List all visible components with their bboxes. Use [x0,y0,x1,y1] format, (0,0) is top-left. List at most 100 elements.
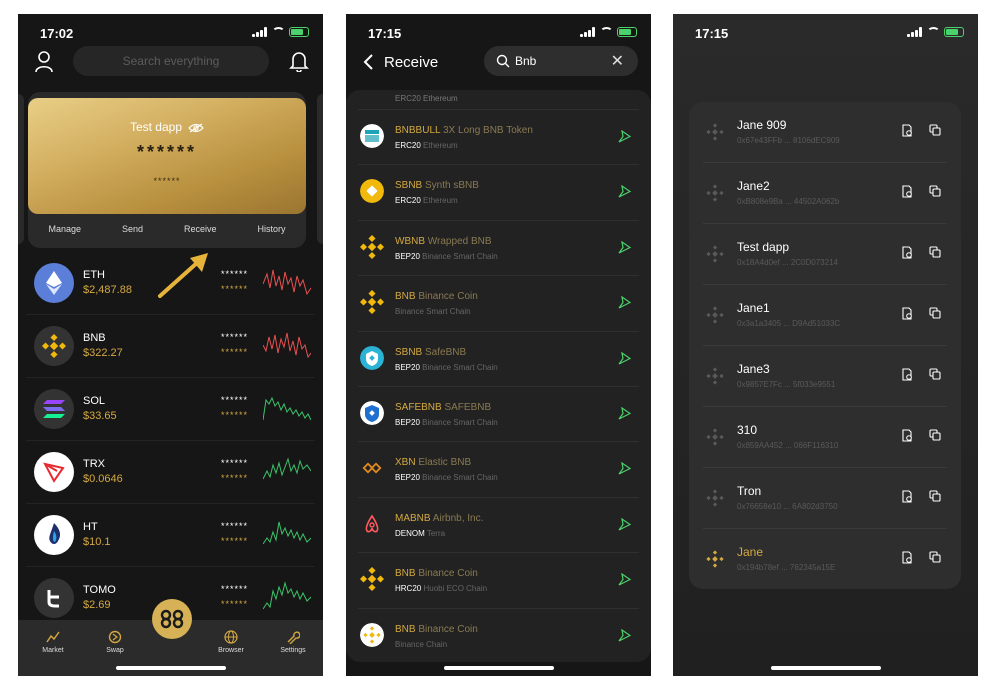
card-wallet-name: Test dapp [28,120,306,134]
sol-icon [34,389,74,429]
token-search-input[interactable]: Bnb ✕ [484,46,638,76]
copy-icon[interactable] [929,307,941,319]
send-arrow-icon[interactable] [618,628,631,642]
bnbbull-icon [360,124,384,148]
token-name: Airbnb, Inc. [432,512,484,524]
app-logo-button[interactable] [152,599,192,639]
share-icon[interactable] [901,185,913,198]
eye-off-icon[interactable] [188,123,204,133]
globe-icon [224,630,238,644]
history-button[interactable]: History [257,224,285,234]
token-row[interactable]: BNB Binance Coin HRC20 Huobi ECO Chain [358,553,639,609]
account-row[interactable]: Jane 909 0x67e43FFb ... 8106dEC909 [703,102,947,163]
send-arrow-icon[interactable] [618,517,631,531]
send-arrow-icon[interactable] [618,573,631,586]
sparkline-chart [263,457,311,480]
send-arrow-icon[interactable] [618,406,631,420]
account-address: 0x9857E7Fc ... 5f033e9551 [737,380,836,389]
nav-market[interactable]: Market [28,630,78,654]
nav-swap-label: Swap [106,647,124,654]
asset-row-sol[interactable]: SOL $33.65 ****** ****** [26,378,315,441]
token-row[interactable]: SBNB SafeBNB BEP20 Binance Smart Chain [358,332,639,387]
token-title: BNBBULL 3X Long BNB Token [395,125,533,136]
asset-row-bnb[interactable]: BNB $322.27 ****** ****** [26,315,315,378]
copy-icon[interactable] [929,551,941,563]
token-row[interactable]: BNB Binance Coin Binance Smart Chain [358,276,639,332]
token-row[interactable]: BNBBULL 3X Long BNB Token ERC20 Ethereum [358,110,639,166]
status-bar: 17:02 [18,14,323,48]
token-network: ERC20 Ethereum [395,141,458,150]
token-standard: BEP20 [395,362,420,372]
gold-card[interactable]: Test dapp ****** ****** [28,98,306,214]
list-item-partial[interactable]: ERC20 Ethereum [358,90,639,110]
token-row[interactable]: MABNB Airbnb, Inc. DENOM Terra [358,498,639,554]
asset-symbol: BNB [83,332,106,344]
search-icon [496,54,510,68]
asset-row-trx[interactable]: TRX $0.0646 ****** ****** [26,441,315,504]
clear-icon[interactable]: ✕ [611,51,624,71]
nav-swap[interactable]: Swap [90,630,140,654]
token-network: Binance Chain [395,640,447,649]
bell-icon[interactable] [289,50,309,72]
share-icon[interactable] [901,490,913,503]
account-row[interactable]: Jane2 0xB808e9Ba ... 44502A062b [703,163,947,224]
account-row[interactable]: Tron 0x76658e10 ... 6A802d3750 [703,468,947,529]
copy-icon[interactable] [929,490,941,502]
account-row[interactable]: Jane1 0x3a1a3405 ... D9Ad51033C [703,285,947,346]
bnb-icon [360,290,384,315]
token-name: 3X Long BNB Token [443,125,533,136]
account-row[interactable]: Test dapp 0x18A4d0ef ... 2C0D073214 [703,224,947,285]
sparkline-chart [263,396,311,421]
token-title: BNB Binance Coin [395,291,478,302]
asset-value-masked: ****** [221,536,249,546]
manage-button[interactable]: Manage [48,224,81,234]
next-card-peek[interactable] [317,94,323,244]
share-icon[interactable] [901,246,913,259]
copy-icon[interactable] [929,368,941,380]
account-row[interactable]: 310 0x859AA452 ... 066F116310 [703,407,947,468]
share-icon[interactable] [901,124,913,137]
send-arrow-icon[interactable] [618,462,631,475]
token-row[interactable]: BNB Binance Coin Binance Chain [358,609,639,662]
back-icon[interactable] [362,54,374,70]
account-row[interactable]: Jane 0x194b78ef ... 762345a15E [703,529,947,590]
send-arrow-icon[interactable] [618,351,631,365]
bnb-icon [706,123,724,141]
asset-row-eth[interactable]: ETH $2,487.88 ****** ****** [26,252,315,315]
nav-browser[interactable]: Browser [206,630,256,654]
safebnb-icon [360,345,384,370]
share-icon[interactable] [901,368,913,381]
token-chain: Binance Smart Chain [422,362,498,372]
send-arrow-icon[interactable] [618,240,631,254]
token-row[interactable]: SAFEBNB SAFEBNB BEP20 Binance Smart Chain [358,387,639,443]
account-name: Jane 909 [737,118,787,132]
token-row[interactable]: WBNB Wrapped BNB BEP20 Binance Smart Chai… [358,221,639,277]
send-arrow-icon[interactable] [618,296,631,309]
token-row[interactable]: XBN Elastic BNB BEP20 Binance Smart Chain [358,442,639,498]
user-icon[interactable] [34,50,54,74]
share-icon[interactable] [901,551,913,564]
share-icon[interactable] [901,307,913,320]
token-standard: HRC20 [395,584,422,594]
copy-icon[interactable] [929,429,941,441]
share-icon[interactable] [901,429,913,442]
token-chain: Binance Chain [395,639,448,649]
prev-card-peek[interactable] [18,94,24,244]
copy-icon[interactable] [929,246,941,258]
account-address: 0x859AA452 ... 066F116310 [737,441,839,450]
nav-settings[interactable]: Settings [268,630,318,654]
token-symbol: SAFEBNB [395,401,442,413]
account-row[interactable]: Jane3 0x9857E7Fc ... 5f033e9551 [703,346,947,407]
asset-row-ht[interactable]: HT $10.1 ****** ****** [26,504,315,567]
send-arrow-icon[interactable] [618,130,631,143]
send-button[interactable]: Send [122,224,143,234]
copy-icon[interactable] [929,185,941,197]
account-address: 0x3a1a3405 ... D9Ad51033C [737,319,841,328]
token-row[interactable]: SBNB Synth sBNB ERC20 Ethereum [358,165,639,221]
search-input[interactable]: Search everything [73,46,269,76]
send-arrow-icon[interactable] [618,185,631,198]
receive-button[interactable]: Receive [184,224,217,234]
copy-icon[interactable] [929,124,941,136]
status-time: 17:02 [40,26,74,41]
asset-price: $322.27 [83,347,123,359]
